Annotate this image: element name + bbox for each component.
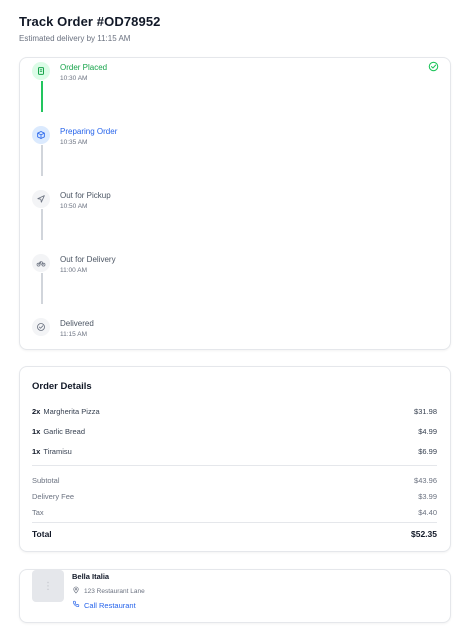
phone-icon (72, 600, 80, 610)
map-pin-icon (72, 586, 80, 596)
estimated-delivery: Estimated delivery by 11:15 AM (19, 34, 131, 43)
navigation-icon (32, 190, 50, 208)
step-time: 11:00 AM (60, 267, 87, 274)
image-placeholder-icon: ⋮ (43, 580, 53, 592)
step-label: Preparing Order (60, 127, 118, 136)
divider (32, 522, 437, 523)
tax-row: Tax $4.40 (32, 508, 437, 517)
step-label: Order Placed (60, 63, 108, 72)
total-row: Total $52.35 (32, 529, 437, 539)
order-details-card: Order Details 2x Margherita Pizza $31.98 … (19, 366, 451, 552)
order-item-row: 1x Tiramisu $6.99 (32, 447, 437, 456)
item-quantity: 1x (32, 447, 41, 456)
step-time: 10:35 AM (60, 139, 88, 146)
call-restaurant-button[interactable]: Call Restaurant (72, 600, 136, 610)
timeline-connector (41, 145, 43, 176)
total-value: $52.35 (411, 529, 437, 539)
timeline-step-delivered: Delivered 11:15 AM (32, 318, 432, 342)
timeline-connector (41, 209, 43, 240)
item-name: Margherita Pizza (43, 407, 100, 416)
item-quantity: 2x (32, 407, 41, 416)
timeline-step-out-for-pickup: Out for Pickup 10:50 AM (32, 190, 432, 214)
item-name: Tiramisu (43, 447, 72, 456)
receipt-icon (32, 62, 50, 80)
bike-icon (32, 254, 50, 272)
timeline-step-out-for-delivery: Out for Delivery 11:00 AM (32, 254, 432, 278)
step-label: Out for Delivery (60, 255, 116, 264)
timeline-step-preparing-order: Preparing Order 10:35 AM (32, 126, 432, 150)
item-quantity: 1x (32, 427, 41, 436)
step-time: 10:30 AM (60, 75, 88, 82)
item-price: $31.98 (414, 407, 437, 416)
timeline-connector (41, 273, 43, 304)
total-label: Total (32, 529, 52, 539)
address-text: 123 Restaurant Lane (84, 587, 145, 595)
restaurant-address: 123 Restaurant Lane (72, 586, 145, 596)
timeline-connector (41, 81, 43, 112)
item-name: Garlic Bread (43, 427, 86, 436)
subtotal-row: Subtotal $43.96 (32, 476, 437, 485)
tax-value: $4.40 (418, 508, 437, 517)
page-header: Track Order #OD78952 Estimated delivery … (19, 14, 160, 43)
step-time: 10:50 AM (60, 203, 88, 210)
order-item-row: 1x Garlic Bread $4.99 (32, 427, 437, 436)
order-item-row: 2x Margherita Pizza $31.98 (32, 407, 437, 416)
check-circle-icon (32, 318, 50, 336)
item-price: $6.99 (418, 447, 437, 456)
package-icon (32, 126, 50, 144)
step-label: Out for Pickup (60, 191, 111, 200)
delivery-fee-label: Delivery Fee (32, 492, 75, 501)
call-restaurant-label: Call Restaurant (84, 600, 136, 610)
tax-label: Tax (32, 508, 44, 517)
timeline-step-order-placed: Order Placed 10:30 AM (32, 62, 432, 86)
restaurant-name: Bella Italia (72, 572, 110, 581)
item-price: $4.99 (418, 427, 437, 436)
page-title: Track Order #OD78952 (19, 14, 161, 29)
divider (32, 465, 437, 466)
delivery-fee-value: $3.99 (418, 492, 437, 501)
order-timeline-card: Order Placed 10:30 AM Preparing Order 10… (19, 57, 451, 350)
step-time: 11:15 AM (60, 331, 87, 338)
restaurant-image-placeholder: ⋮ (32, 570, 64, 602)
order-details-title: Order Details (32, 381, 92, 392)
restaurant-card: ⋮ Bella Italia 123 Restaurant Lane Call … (19, 569, 451, 623)
subtotal-value: $43.96 (414, 476, 437, 485)
step-label: Delivered (60, 319, 94, 328)
subtotal-label: Subtotal (32, 476, 60, 485)
delivery-fee-row: Delivery Fee $3.99 (32, 492, 437, 501)
